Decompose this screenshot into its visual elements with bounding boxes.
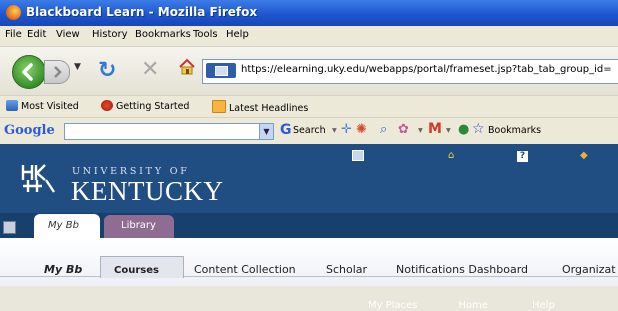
home-icon[interactable] (178, 58, 196, 79)
subnav-courses[interactable]: Courses (114, 265, 159, 276)
subnav-divider (0, 276, 618, 277)
google-g-icon[interactable]: G (280, 122, 292, 138)
reload-icon[interactable]: ↻ (98, 58, 116, 83)
search-history-dropdown-icon[interactable]: ▼ (259, 124, 273, 139)
subnav-organizations[interactable]: Organizat (562, 263, 616, 276)
bookmark-getting-started[interactable]: Getting Started (101, 100, 189, 112)
google-search-input[interactable]: ▼ (64, 123, 274, 140)
history-dropdown-icon[interactable]: ▼ (74, 62, 81, 72)
forward-arrow-icon (54, 66, 62, 78)
help-icon: ? (517, 151, 528, 162)
menu-history[interactable]: History (92, 29, 128, 40)
navigation-toolbar: ▼ ↻ ✕ https://elearning.uky.edu/webapps/… (0, 47, 618, 95)
tab-my-bb[interactable]: My Bb (34, 214, 100, 238)
subnav-notifications-dashboard[interactable]: Notifications Dashboard (396, 263, 528, 276)
google-search-button[interactable]: Search (293, 125, 326, 136)
forward-button[interactable] (44, 60, 70, 84)
menu-bar: File Edit View History Bookmarks Tools H… (0, 26, 618, 47)
search-dropdown-icon[interactable]: ▾ (332, 125, 337, 136)
menu-file[interactable]: File (5, 29, 22, 40)
back-arrow-icon (22, 63, 33, 81)
google-bookmarks-button[interactable]: Bookmarks (488, 125, 541, 136)
plus-icon[interactable]: ✛ (341, 122, 352, 137)
google-logo[interactable]: Google (4, 123, 55, 138)
getting-started-icon (101, 100, 113, 111)
menu-edit[interactable]: Edit (27, 29, 46, 40)
my-places-link[interactable]: My Places (352, 150, 418, 311)
google-toolbar: Google ▼ G Search ▾ ✛ ✺ ⌕ ✿ ▾ M ▾ ● ☆ Bo… (0, 117, 618, 145)
module-navigation: My Bb Courses Content Collection Scholar… (0, 238, 618, 286)
site-identity-icon[interactable] (206, 63, 236, 78)
menu-bookmarks[interactable]: Bookmarks (135, 29, 191, 40)
logout-icon: ◆ (580, 150, 588, 161)
firefox-logo-icon (6, 5, 21, 20)
popup-blocker-icon[interactable]: ✺ (356, 122, 367, 137)
menu-tools[interactable]: Tools (193, 29, 218, 40)
bookmark-most-visited[interactable]: Most Visited (6, 100, 79, 112)
url-text[interactable]: https://elearning.uky.edu/webapps/portal… (241, 64, 612, 75)
home-link-icon: ⌂ (448, 150, 455, 161)
university-seal-icon[interactable] (20, 162, 66, 199)
my-places-icon (352, 150, 364, 161)
rss-feed-icon (212, 100, 226, 113)
star-bookmark-icon[interactable]: ☆ (472, 121, 485, 137)
home-link[interactable]: ⌂ Home (448, 150, 488, 311)
bookmarks-toolbar: Most Visited Getting Started Latest Head… (0, 95, 618, 117)
back-button[interactable] (12, 55, 46, 89)
help-link[interactable]: ? Help (517, 150, 555, 311)
share-icon[interactable]: ● (458, 122, 469, 137)
menu-toggle-icon[interactable] (3, 221, 16, 234)
menu-view[interactable]: View (56, 29, 80, 40)
stop-icon[interactable]: ✕ (141, 57, 159, 82)
title-bar: Blackboard Learn - Mozilla Firefox (0, 0, 618, 26)
subnav-content-collection[interactable]: Content Collection (194, 263, 296, 276)
gadget-icon[interactable]: ✿ (398, 122, 409, 137)
separator-dropdown-icon[interactable]: ▾ (418, 125, 423, 136)
menu-help[interactable]: Help (226, 29, 249, 40)
url-bar[interactable]: https://elearning.uky.edu/webapps/portal… (202, 59, 618, 84)
subnav-scholar[interactable]: Scholar (326, 263, 367, 276)
bookmark-latest-headlines[interactable]: Latest Headlines (212, 100, 308, 114)
gmail-dropdown-icon[interactable]: ▾ (446, 125, 451, 136)
most-visited-icon (6, 100, 18, 111)
gmail-icon[interactable]: M (428, 121, 442, 137)
logout-link[interactable]: ◆ (580, 150, 588, 161)
subnav-my-bb[interactable]: My Bb (44, 263, 82, 276)
kentucky-wordmark: KENTUCKY (71, 176, 224, 206)
check-icon[interactable]: ⌕ (380, 122, 387, 137)
window-title: Blackboard Learn - Mozilla Firefox (26, 5, 258, 19)
tab-library[interactable]: Library (104, 215, 174, 238)
